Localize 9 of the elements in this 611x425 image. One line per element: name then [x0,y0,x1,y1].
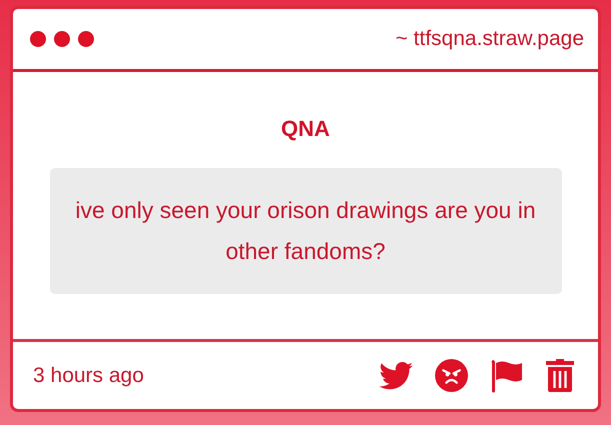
trash-icon[interactable] [546,359,574,392]
question-text: ive only seen your orison drawings are you in other fandoms? [50,168,562,294]
flag-icon[interactable] [490,358,524,392]
page-address: ~ ttfsqna.straw.page [395,27,584,51]
timestamp: 3 hours ago [33,364,144,388]
page-heading: QNA [281,116,330,142]
window-dots-icon [29,30,95,48]
bird-icon[interactable] [379,362,413,390]
angry-face-icon[interactable] [435,359,468,392]
